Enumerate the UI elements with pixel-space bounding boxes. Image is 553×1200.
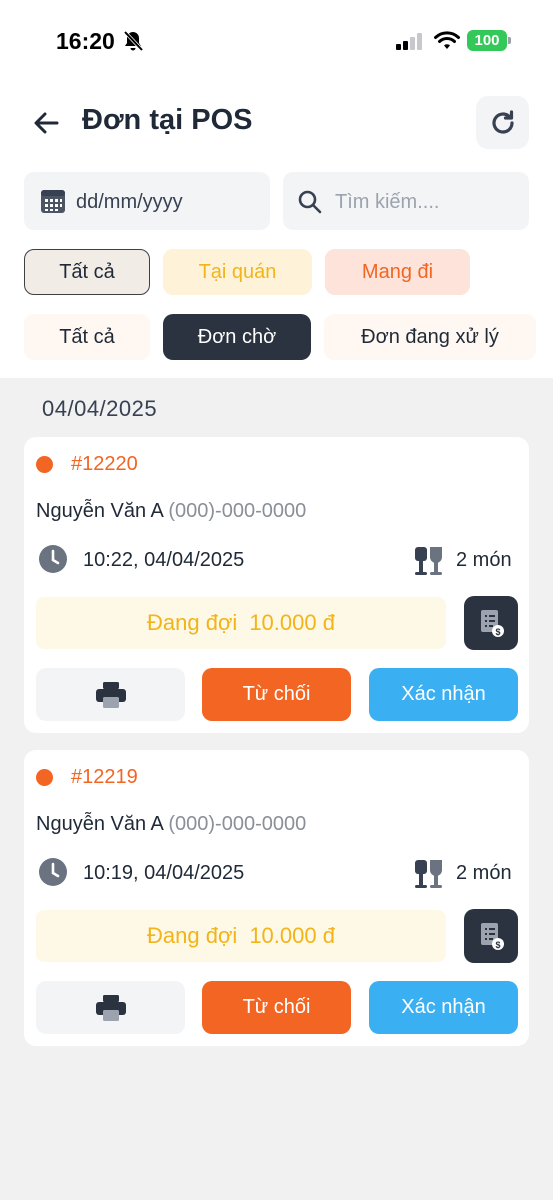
customer-name: Nguyễn Văn A [36, 500, 163, 522]
item-count: 2 món [456, 549, 512, 571]
channel-tab-takeaway[interactable]: Mang đi [325, 249, 470, 295]
bill-icon: $ [481, 610, 504, 637]
status-dot [36, 456, 53, 473]
bill-detail-button[interactable]: $ [464, 596, 518, 650]
order-time: 10:22, 04/04/2025 [83, 549, 245, 571]
status-time: 16:20 [56, 28, 115, 54]
print-button[interactable] [36, 668, 185, 721]
status-tab-processing[interactable]: Đơn đang xử lý [324, 314, 536, 360]
fork-knife-icon [415, 860, 442, 888]
printer-icon [95, 994, 126, 1021]
order-status-bar: Đang đợi 10.000 đ [36, 910, 446, 962]
customer-name: Nguyễn Văn A [36, 813, 163, 835]
battery-indicator: 100 [467, 30, 511, 51]
group-date-label: 04/04/2025 [42, 396, 158, 421]
customer-phone: (000)-000-0000 [168, 500, 307, 522]
order-id: #12219 [71, 766, 138, 788]
status-tab-pending[interactable]: Đơn chờ [163, 314, 311, 360]
order-status: Đang đợi [147, 923, 238, 948]
page-title: Đơn tại POS [82, 104, 253, 136]
search-icon [298, 190, 322, 214]
channel-tab-dine-in[interactable]: Tại quán [163, 249, 312, 295]
customer-phone: (000)-000-0000 [168, 813, 307, 835]
status-dot [36, 769, 53, 786]
printer-icon [95, 681, 126, 708]
order-card: #12219 Nguyễn Văn A (000)-000-0000 10:19… [24, 750, 529, 1046]
reject-button[interactable]: Từ chối [202, 981, 351, 1034]
refresh-icon [491, 109, 514, 134]
channel-tab-all[interactable]: Tất cả [24, 249, 150, 295]
status-bar: 16:20 100 [0, 0, 553, 84]
date-filter-input[interactable]: dd/mm/yyyy [24, 172, 270, 230]
signal-icon [396, 33, 422, 50]
svg-text:$: $ [495, 940, 500, 950]
search-input[interactable]: Tìm kiếm.... [283, 172, 529, 230]
order-time: 10:19, 04/04/2025 [83, 862, 245, 884]
item-count: 2 món [456, 862, 512, 884]
clock-icon [39, 858, 67, 886]
order-amount: 10.000 đ [249, 610, 335, 635]
order-id: #12220 [71, 453, 138, 475]
refresh-button[interactable] [476, 96, 529, 149]
confirm-button[interactable]: Xác nhận [369, 668, 518, 721]
status-tab-all[interactable]: Tất cả [24, 314, 150, 360]
order-status: Đang đợi [147, 610, 238, 635]
print-button[interactable] [36, 981, 185, 1034]
order-card: #12220 Nguyễn Văn A (000)-000-0000 10:22… [24, 437, 529, 733]
bell-slash-icon [123, 30, 144, 52]
top-panel: 16:20 100 Đơn tại POS dd/mm/yyyy Tìm kiế… [0, 0, 553, 378]
bill-icon: $ [481, 923, 504, 950]
wifi-icon [434, 31, 460, 49]
confirm-button[interactable]: Xác nhận [369, 981, 518, 1034]
customer-line: Nguyễn Văn A (000)-000-0000 [36, 813, 306, 836]
customer-line: Nguyễn Văn A (000)-000-0000 [36, 500, 306, 523]
svg-text:$: $ [495, 627, 500, 637]
date-placeholder: dd/mm/yyyy [76, 191, 183, 213]
clock-icon [39, 545, 67, 573]
order-amount: 10.000 đ [249, 923, 335, 948]
reject-button[interactable]: Từ chối [202, 668, 351, 721]
fork-knife-icon [415, 547, 442, 575]
back-arrow-icon[interactable] [30, 107, 62, 139]
calendar-icon [41, 190, 65, 213]
order-status-bar: Đang đợi 10.000 đ [36, 597, 446, 649]
search-placeholder: Tìm kiếm.... [335, 191, 440, 213]
bill-detail-button[interactable]: $ [464, 909, 518, 963]
